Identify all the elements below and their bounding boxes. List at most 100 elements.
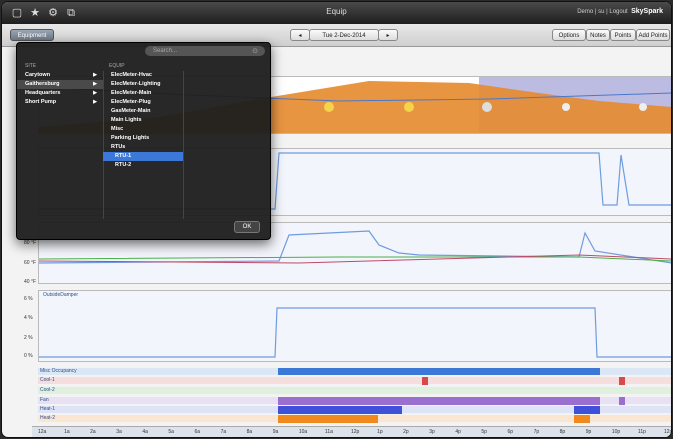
time-tick: 5p [481,429,487,435]
damper-line [39,307,671,358]
lane-label: Fan [40,397,49,403]
time-tick: 9a [272,429,279,435]
time-tick: 9p [585,429,592,435]
damper-tick-0: 0 % [24,353,33,359]
equip-item[interactable]: Parking Lights [103,134,183,143]
site-item[interactable]: Headquarters ▶ [17,89,103,98]
time-tick: 12a [664,429,671,435]
chevron-right-icon: ▶ [93,81,97,87]
equip-item[interactable]: RTU-2 [103,161,183,170]
time-tick: 12a [38,429,47,435]
site-label: Carytown [25,72,51,78]
equip-item[interactable]: Main Lights [103,116,183,125]
damper-svg [39,307,671,358]
site-item[interactable]: Carytown ▶ [17,71,103,80]
brand-logo: SkySpark [631,8,663,15]
damper-tick-4: 4 % [24,315,33,321]
site-item[interactable]: Gaithersburg ▶ [17,80,103,89]
separator: | [606,9,608,15]
lane-label: Heat-1 [40,406,56,412]
heat2-bar [574,415,590,423]
site-item[interactable]: Short Pump ▶ [17,98,103,107]
time-tick: 1p [377,429,383,435]
return-temp-line [38,254,671,264]
detail-column [183,71,269,219]
time-tick: 11p [637,429,646,435]
time-tick: 3a [116,429,122,435]
equipment-picker: Search... ⊙ SITE EQUIP Carytown ▶ Gaither… [16,42,271,240]
time-tick: 7a [220,429,227,435]
time-tick: 8p [559,429,566,435]
moon-icon [562,103,570,111]
sun-icon [324,102,334,112]
lane-label: Heat-2 [40,415,56,421]
equip-item[interactable]: ElecMeter-Hvac [103,71,183,80]
search-input[interactable]: Search... [145,46,265,56]
points-button[interactable]: Points [610,29,636,41]
time-axis: 12a 1a 2a 3a 4a 5a 6a 7a 8a 9a 10a 11a 12p 1p 2p 3p 4p 5p… [32,426,671,437]
chevron-right-icon: ▶ [93,90,97,96]
time-tick: 6a [194,429,201,435]
time-tick: 5a [168,429,174,435]
fan-bar [278,397,600,405]
search-clear-icon[interactable]: ⊙ [252,47,258,55]
chevron-right-icon: ▶ [93,99,97,105]
temp-tick-40: 40 °F [24,279,37,285]
equip-header: EQUIP [109,63,125,69]
equip-item[interactable]: ElecMeter-Plug [103,98,183,107]
time-tick: 8a [246,429,253,435]
time-tick: 10p [611,429,621,435]
cool1-bar [422,377,428,385]
heat1-bar [574,406,600,414]
equip-item[interactable]: GasMeter-Main [103,107,183,116]
chevron-right-icon: ▶ [93,72,97,78]
time-tick: 4p [455,429,461,435]
equip-item[interactable]: RTUs [103,143,183,152]
zone-temp-line [38,256,671,262]
options-button[interactable]: Options [552,29,586,41]
time-tick: 6p [507,429,514,435]
sun-icon [404,102,414,112]
time-tick: 1a [64,429,70,435]
time-tick: 2a [90,429,96,435]
heat1-bar [278,406,402,414]
add-points-button[interactable]: Add Points [636,29,670,41]
window-title: Equip [326,7,347,16]
lane-label: Misc Occupancy [40,368,77,374]
user-link[interactable]: su [598,9,604,15]
demo-link[interactable]: Demo [577,9,593,15]
notes-button[interactable]: Notes [586,29,610,41]
equip-item[interactable]: Misc [103,125,183,134]
damper-title: OutsideDamper [43,292,79,298]
lane-label: Cool-2 [40,387,55,393]
cloud-icon [482,102,492,112]
equip-item[interactable]: ElecMeter-Main [103,89,183,98]
equip-item[interactable]: ElecMeter-Lighting [103,80,183,89]
temp-tick-80: 80 °F [24,240,37,246]
ok-button[interactable]: OK [234,221,260,233]
date-button[interactable]: Tue 2-Dec-2014 [309,29,379,41]
lane-label: Cool-1 [40,377,55,383]
lane-cool-1: Cool-1 [38,377,671,384]
time-tick: 4a [142,429,148,435]
prev-day-button[interactable]: ◂ [290,29,310,41]
time-tick: 12p [351,429,360,435]
equip-column: ElecMeter-Hvac ElecMeter-Lighting ElecMe… [103,71,184,219]
heat2-bar [278,415,378,423]
time-tick: 10a [298,429,308,435]
site-label: Headquarters [25,90,61,96]
separator: | [594,9,597,15]
moon-icon [639,103,647,111]
site-label: Short Pump [25,99,57,105]
time-tick: 2p [403,429,409,435]
equip-item-selected[interactable]: RTU-1 [103,152,183,161]
fan-bar [619,397,625,405]
equipment-tab[interactable]: Equipment [10,29,54,41]
damper-chart: OutsideDamper [38,290,671,362]
site-column: Carytown ▶ Gaithersburg ▶ Headquarters ▶ Sh… [17,71,104,219]
logout-link[interactable]: Logout [609,9,627,15]
time-tick: 7p [533,429,540,435]
next-day-button[interactable]: ▸ [378,29,398,41]
site-header: SITE [25,63,37,69]
damper-tick-6: 6 % [24,296,33,302]
